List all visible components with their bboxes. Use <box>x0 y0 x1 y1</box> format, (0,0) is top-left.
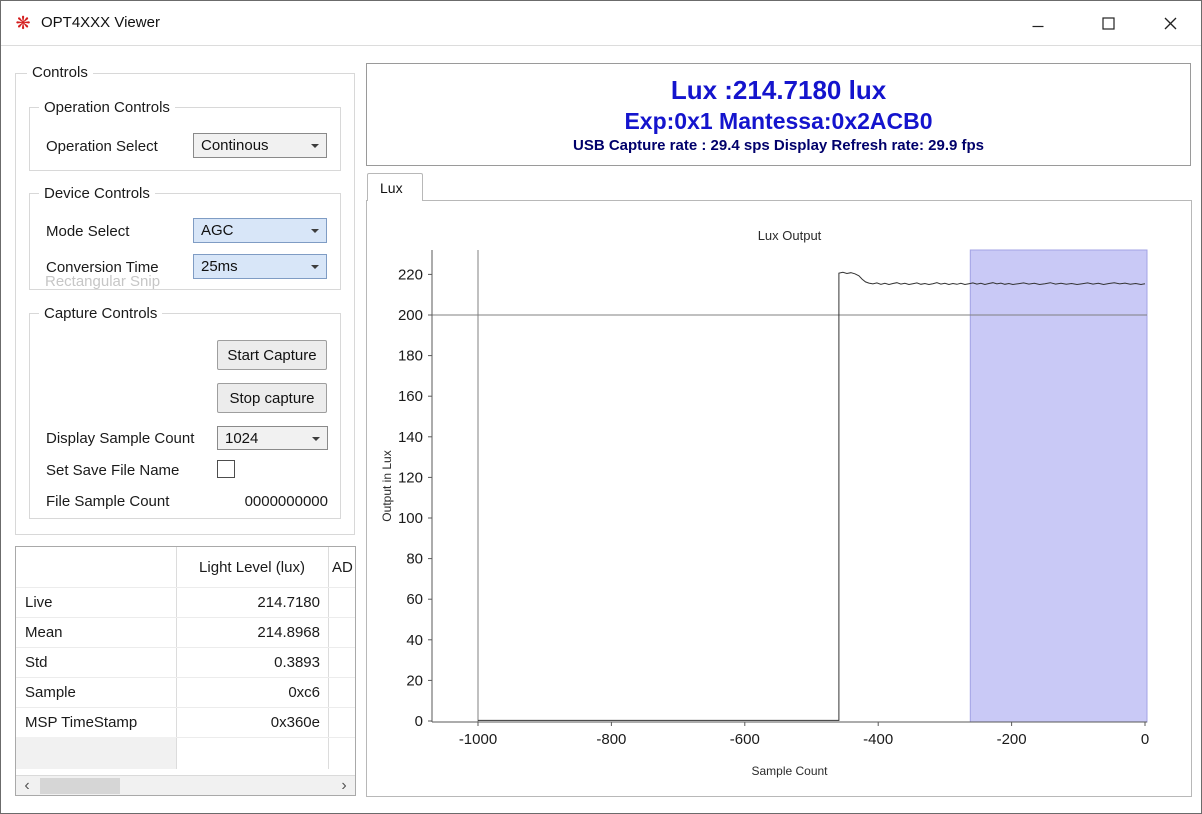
chart-title: Lux Output <box>758 228 822 243</box>
row-value-sample: 0xc6 <box>176 677 320 707</box>
column-header-adc: AD <box>332 547 356 587</box>
operation-select-value: Continous <box>201 137 269 154</box>
mode-select-label: Mode Select <box>46 223 129 240</box>
svg-text:120: 120 <box>398 469 423 486</box>
table-footer-cell <box>16 737 176 769</box>
close-icon <box>1164 17 1177 30</box>
svg-text:-800: -800 <box>596 731 626 748</box>
row-value-std: 0.3893 <box>176 647 320 677</box>
stop-capture-button[interactable]: Stop capture <box>217 383 327 413</box>
row-value-live: 214.7180 <box>176 587 320 617</box>
display-sample-count-combobox[interactable]: 1024 <box>217 426 328 450</box>
operation-select-label: Operation Select <box>46 138 158 155</box>
svg-text:100: 100 <box>398 510 423 527</box>
row-label-std: Std <box>25 647 173 677</box>
capture-controls-title: Capture Controls <box>39 305 162 322</box>
maximize-icon <box>1102 17 1115 30</box>
maximize-button[interactable] <box>1085 1 1131 46</box>
app-window: ❋ OPT4XXX Viewer Controls Operation Cont… <box>0 0 1202 814</box>
chart-panel: 0 20 40 60 80 100 120 140 160 180 200 220 -1000 -800 -… <box>366 200 1192 797</box>
conversion-time-label: Conversion Time <box>46 259 159 276</box>
tab-lux[interactable]: Lux <box>367 173 423 201</box>
column-header-light-level: Light Level (lux) <box>176 547 328 587</box>
chevron-down-icon <box>311 265 319 273</box>
app-logo-icon: ❋ <box>13 13 33 33</box>
svg-text:60: 60 <box>406 591 423 608</box>
readout-panel: Lux :214.7180 lux Exp:0x1 Mantessa:0x2AC… <box>366 63 1191 166</box>
svg-text:180: 180 <box>398 348 423 365</box>
mode-select-value: AGC <box>201 222 234 239</box>
table-column-divider <box>328 547 329 769</box>
chevron-down-icon <box>311 144 319 152</box>
svg-text:-600: -600 <box>730 731 760 748</box>
rate-readout-line: USB Capture rate : 29.4 sps Display Refr… <box>573 137 984 154</box>
exp-readout-line: Exp:0x1 Mantessa:0x2ACB0 <box>624 108 932 135</box>
svg-text:160: 160 <box>398 388 423 405</box>
set-save-file-name-label: Set Save File Name <box>46 462 179 479</box>
display-sample-count-value: 1024 <box>225 430 258 447</box>
row-value-mean: 214.8968 <box>176 617 320 647</box>
display-sample-count-label: Display Sample Count <box>46 430 194 447</box>
window-title: OPT4XXX Viewer <box>41 14 160 31</box>
svg-text:220: 220 <box>398 266 423 283</box>
scrollbar-thumb[interactable] <box>40 778 120 794</box>
chevron-down-icon <box>312 437 320 445</box>
chevron-down-icon <box>311 229 319 237</box>
file-sample-count-value: 0000000000 <box>217 493 328 510</box>
scroll-left-icon[interactable]: ‹ <box>16 776 38 796</box>
mode-select-combobox[interactable]: AGC <box>193 218 327 243</box>
controls-group-title: Controls <box>27 64 93 81</box>
row-label-live: Live <box>25 587 173 617</box>
minimize-button[interactable] <box>1015 1 1061 46</box>
svg-text:40: 40 <box>406 632 423 649</box>
chart-xlabel: Sample Count <box>751 764 828 778</box>
svg-text:-200: -200 <box>997 731 1027 748</box>
svg-text:80: 80 <box>406 551 423 568</box>
set-save-file-name-checkbox[interactable] <box>217 460 235 478</box>
svg-text:140: 140 <box>398 429 423 446</box>
close-button[interactable] <box>1147 1 1193 46</box>
lux-chart[interactable]: 0 20 40 60 80 100 120 140 160 180 200 220 -1000 -800 -… <box>369 203 1189 793</box>
svg-text:-400: -400 <box>863 731 893 748</box>
selection-region[interactable] <box>970 250 1147 722</box>
row-value-msp-timestamp: 0x360e <box>176 707 320 737</box>
operation-select-combobox[interactable]: Continous <box>193 133 327 158</box>
svg-text:0: 0 <box>415 713 423 730</box>
svg-text:20: 20 <box>406 672 423 689</box>
file-sample-count-label: File Sample Count <box>46 493 169 510</box>
horizontal-scrollbar[interactable]: ‹ › <box>16 775 355 796</box>
stats-table: Light Level (lux) AD Live 214.7180 Mean … <box>15 546 356 796</box>
row-label-sample: Sample <box>25 677 173 707</box>
scroll-right-icon[interactable]: › <box>333 776 355 796</box>
svg-text:0: 0 <box>1141 731 1149 748</box>
start-capture-button[interactable]: Start Capture <box>217 340 327 370</box>
row-label-msp-timestamp: MSP TimeStamp <box>25 707 173 737</box>
titlebar: ❋ OPT4XXX Viewer <box>1 1 1201 46</box>
operation-controls-title: Operation Controls <box>39 99 175 116</box>
lux-readout-line: Lux :214.7180 lux <box>671 75 886 106</box>
conversion-time-value: 25ms <box>201 258 238 275</box>
svg-text:200: 200 <box>398 307 423 324</box>
row-label-mean: Mean <box>25 617 173 647</box>
svg-text:-1000: -1000 <box>459 731 497 748</box>
conversion-time-combobox[interactable]: 25ms <box>193 254 327 279</box>
minimize-icon <box>1032 18 1044 30</box>
chart-ylabel: Output in Lux <box>380 450 394 521</box>
device-controls-title: Device Controls <box>39 185 155 202</box>
